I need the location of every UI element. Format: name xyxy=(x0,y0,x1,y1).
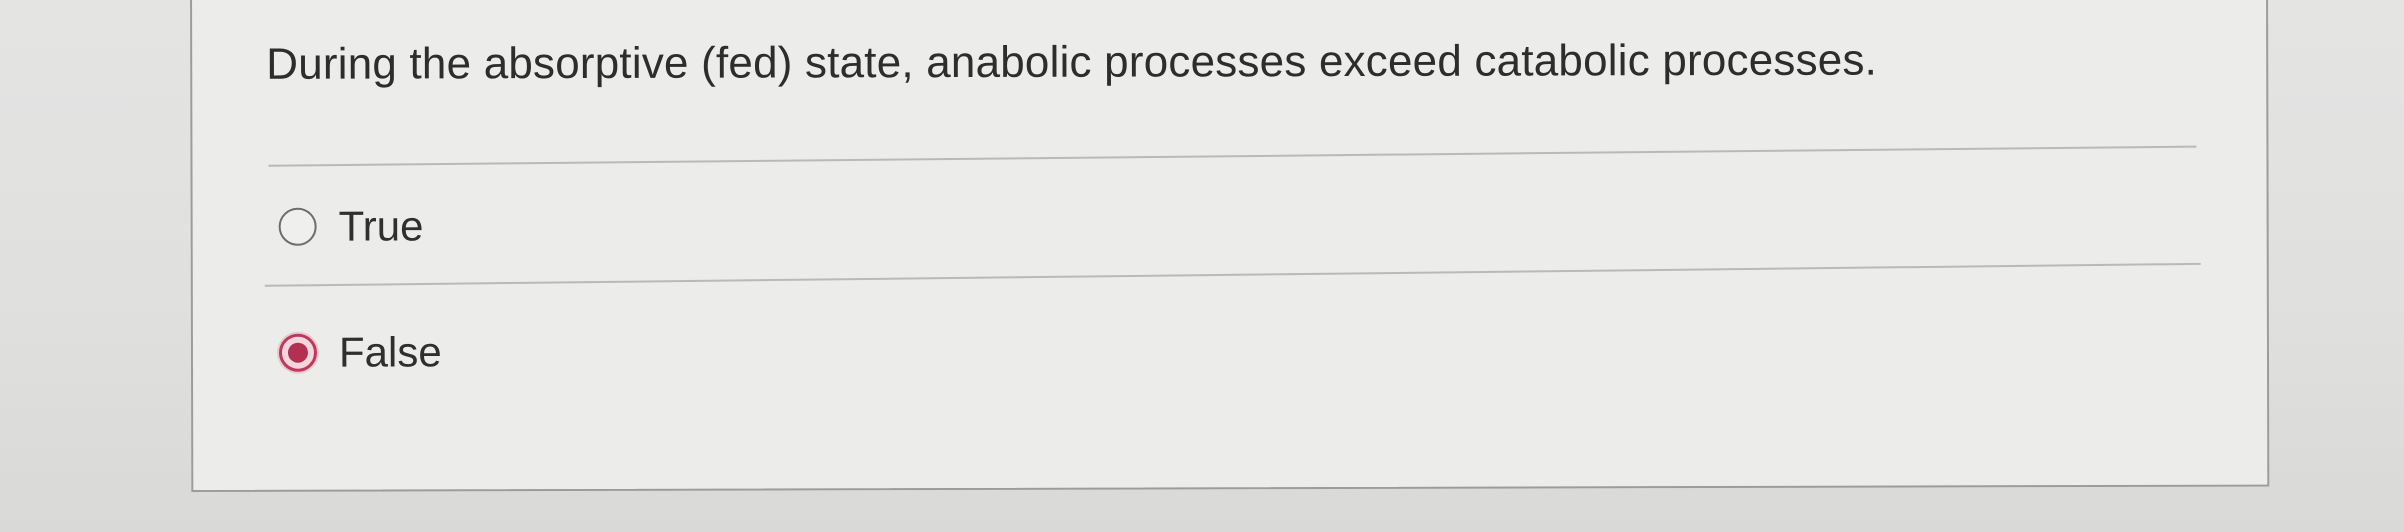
option-label-true: True xyxy=(338,202,424,250)
radio-selected-icon[interactable] xyxy=(278,333,318,372)
question-card: During the absorptive (fed) state, anabo… xyxy=(190,0,2270,492)
option-true[interactable]: True xyxy=(278,202,424,250)
option-false[interactable]: False xyxy=(278,328,442,376)
radio-unselected-icon[interactable] xyxy=(278,207,317,246)
question-text: During the absorptive (fed) state, anabo… xyxy=(266,35,1878,89)
option-label-false: False xyxy=(338,328,442,376)
question-divider xyxy=(268,145,2197,167)
page: During the absorptive (fed) state, anabo… xyxy=(0,0,2404,532)
option-divider xyxy=(264,262,2201,287)
